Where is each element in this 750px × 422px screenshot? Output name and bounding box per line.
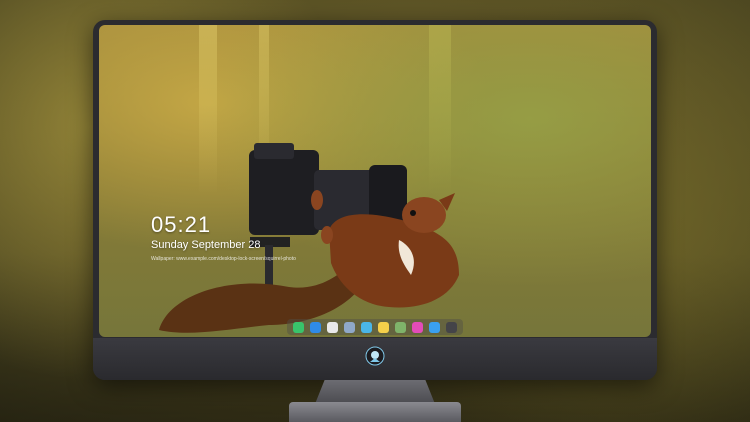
camera-body <box>249 150 319 235</box>
squirrel-paw <box>321 226 333 244</box>
brand-logo-icon <box>365 346 385 366</box>
monitor-stand <box>315 380 435 404</box>
squirrel-eye <box>410 210 416 216</box>
camera-top <box>254 143 294 159</box>
monitor-chin <box>93 338 657 380</box>
monitor: 05:21 Sunday September 28 Wallpaper: www… <box>93 20 657 380</box>
preview-icon[interactable] <box>344 321 355 333</box>
lock-clock: 05:21 <box>151 212 212 237</box>
dock <box>287 319 463 335</box>
clips-icon[interactable] <box>361 321 372 333</box>
notes-icon[interactable] <box>378 321 389 333</box>
app-store-icon[interactable] <box>429 321 440 333</box>
safari-icon[interactable] <box>327 321 338 333</box>
wallpaper-squirrel-photo <box>159 143 459 333</box>
screen: 05:21 Sunday September 28 Wallpaper: www… <box>99 25 651 337</box>
monitor-base <box>289 402 461 422</box>
photos-icon[interactable] <box>395 321 406 333</box>
messages-icon[interactable] <box>293 321 304 333</box>
itunes-icon[interactable] <box>412 321 423 333</box>
terminal-icon[interactable] <box>446 321 457 333</box>
finder-icon[interactable] <box>310 321 321 333</box>
squirrel-head <box>402 197 446 233</box>
wallpaper-credit: Wallpaper: www.example.com/desktop-lock-… <box>151 256 296 262</box>
squirrel-paw <box>311 190 323 210</box>
lock-date: Sunday September 28 <box>151 239 261 251</box>
